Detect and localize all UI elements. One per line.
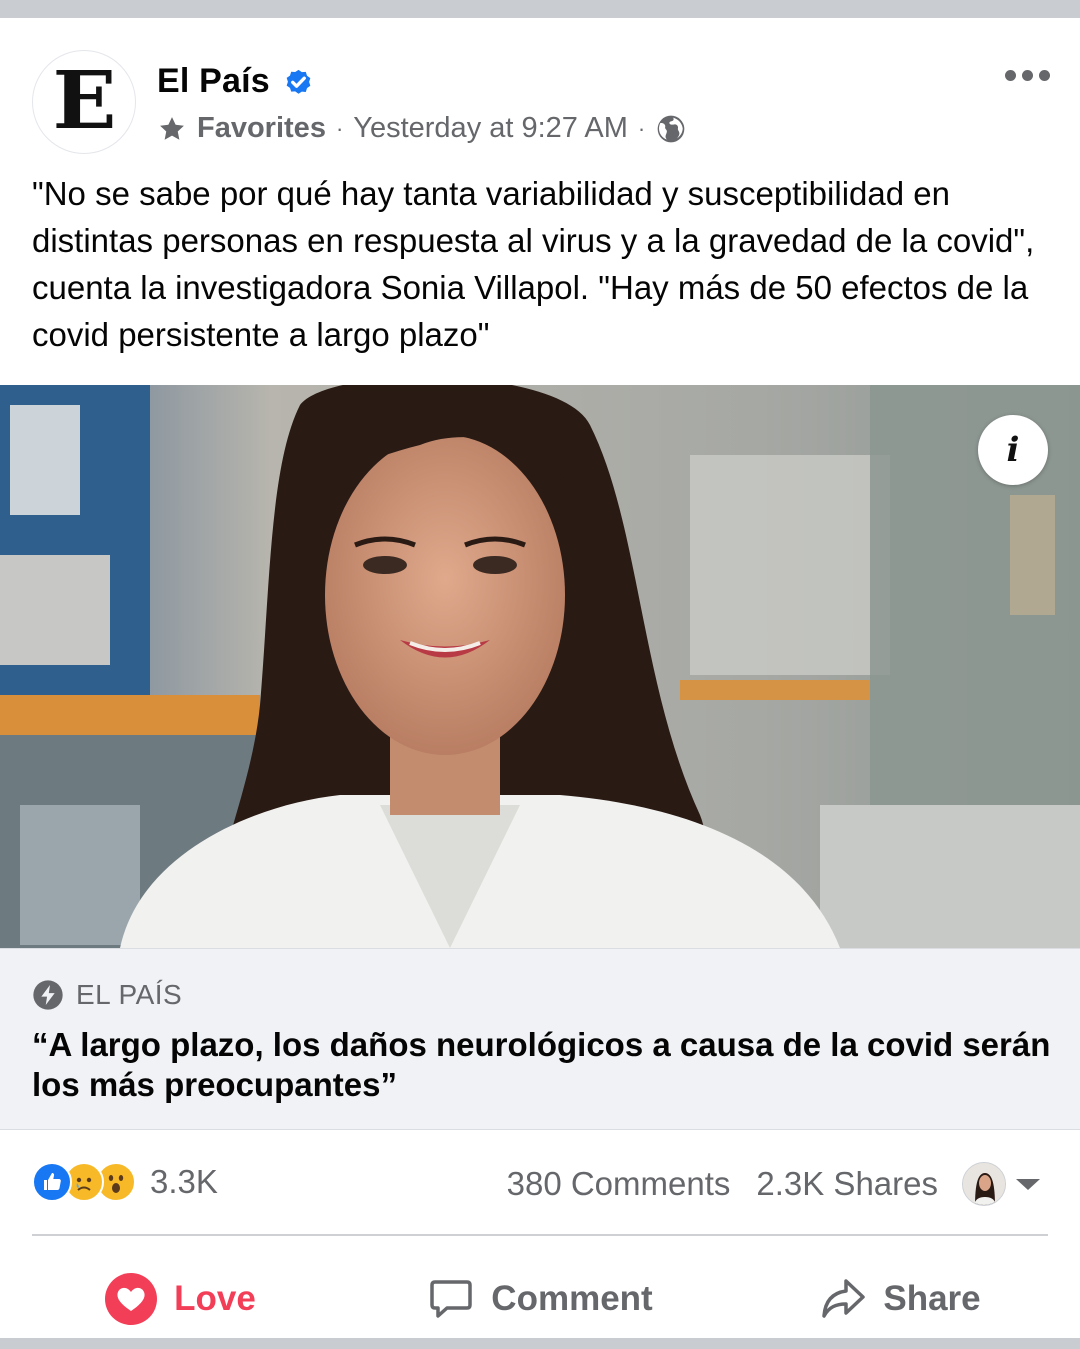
link-source-row: EL PAÍS	[32, 979, 182, 1011]
comment-icon	[430, 1280, 473, 1318]
verified-badge-icon	[286, 69, 311, 94]
viewer-avatar[interactable]	[962, 1162, 1006, 1206]
feed-separator	[0, 1338, 1080, 1349]
comment-label: Comment	[491, 1279, 653, 1318]
comment-button[interactable]: Comment	[360, 1256, 720, 1342]
reactions-summary[interactable]: 3.3K	[32, 1162, 218, 1202]
more-options-icon[interactable]	[1005, 70, 1050, 81]
share-button[interactable]: Share	[720, 1256, 1080, 1342]
star-icon	[160, 116, 184, 140]
avatar-logo-letter: E	[51, 53, 117, 147]
reactions-count: 3.3K	[150, 1163, 218, 1200]
bolt-icon	[33, 980, 63, 1010]
photo-woman-in-lab	[0, 385, 1080, 948]
post-photo[interactable]: i	[0, 385, 1080, 948]
post-meta: Favorites · Yesterday at 9:27 AM ·	[157, 112, 687, 145]
share-label: Share	[883, 1279, 981, 1318]
share-icon	[822, 1279, 866, 1318]
comments-count[interactable]: 380 Comments	[507, 1165, 731, 1203]
meta-separator: ·	[335, 115, 344, 141]
audience-label[interactable]: Favorites	[197, 112, 326, 145]
link-source: EL PAÍS	[76, 979, 183, 1010]
action-bar: Love Comment Share	[0, 1256, 1080, 1342]
link-preview[interactable]: EL PAÍS “A largo plazo, los daños neurol…	[0, 948, 1080, 1130]
link-headline[interactable]: “A largo plazo, los daños neurológicos a…	[32, 1025, 1062, 1105]
like-reaction-icon	[32, 1162, 72, 1202]
love-heart-icon	[105, 1273, 158, 1325]
globe-icon	[657, 115, 685, 142]
love-label: Love	[174, 1279, 256, 1318]
shares-count[interactable]: 2.3K Shares	[756, 1165, 938, 1203]
page-avatar[interactable]: E	[32, 50, 136, 154]
love-button[interactable]: Love	[0, 1256, 360, 1342]
info-icon[interactable]: i	[978, 415, 1048, 485]
post-timestamp[interactable]: Yesterday at 9:27 AM	[353, 112, 628, 145]
post-text: "No se sabe por qué hay tanta variabilid…	[32, 175, 1035, 353]
meta-separator: ·	[637, 115, 646, 141]
page-name[interactable]: El País	[157, 62, 270, 101]
post-card: E El País Favorites · Yesterday at 9:27 …	[0, 18, 1080, 1338]
page-name-row: El País	[157, 62, 315, 101]
divider	[32, 1234, 1048, 1236]
chevron-down-icon[interactable]	[1016, 1178, 1040, 1190]
engagement-stats: 380 Comments 2.3K Shares	[507, 1162, 1040, 1206]
